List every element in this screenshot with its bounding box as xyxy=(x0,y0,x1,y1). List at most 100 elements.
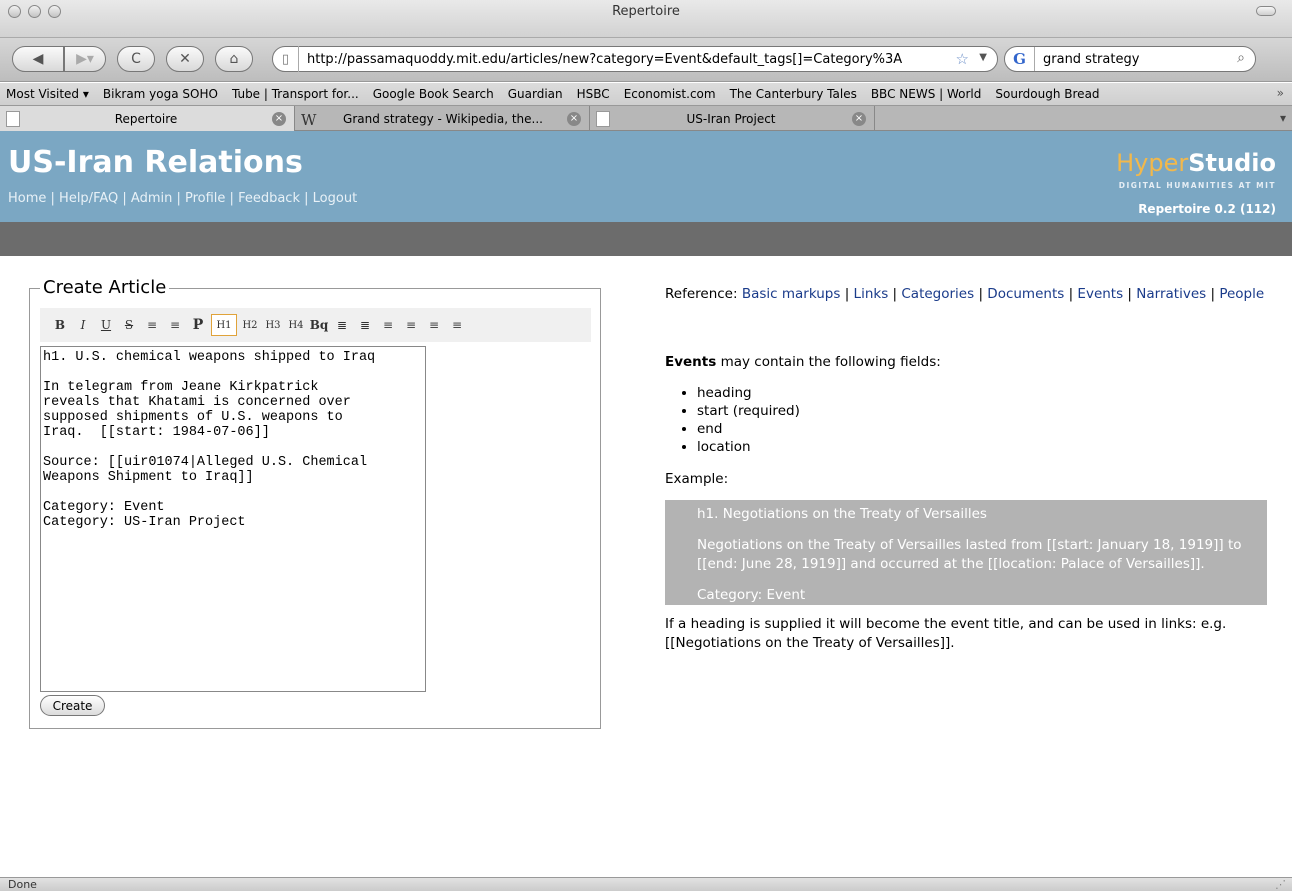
wikipedia-favicon-icon: W xyxy=(301,110,317,129)
bookmarks-bar: Most Visited ▾ Bikram yoga SOHO Tube | T… xyxy=(0,83,1292,106)
tab-close-icon[interactable]: × xyxy=(272,111,286,126)
list-item: end xyxy=(697,420,1267,438)
reference-panel: Reference: Basic markups | Links | Categ… xyxy=(665,285,1267,653)
ref-link-events[interactable]: Events xyxy=(1077,286,1123,302)
align-left-button[interactable]: ≡ xyxy=(378,314,398,336)
reference-links: Reference: Basic markups | Links | Categ… xyxy=(665,286,1265,302)
header-band xyxy=(0,222,1292,256)
search-bar[interactable]: G grand strategy ⌕ xyxy=(1004,46,1256,72)
indent-button[interactable]: ≣ xyxy=(355,314,375,336)
tab-grand-strategy[interactable]: W Grand strategy - Wikipedia, the... × xyxy=(295,106,590,131)
tab-repertoire[interactable]: Repertoire × xyxy=(0,106,295,131)
ref-link-categories[interactable]: Categories xyxy=(901,286,974,302)
bookmark-item[interactable]: Sourdough Bread xyxy=(995,87,1099,101)
status-text: Done xyxy=(8,878,37,891)
example-line: Negotiations on the Treaty of Versailles… xyxy=(697,537,1242,572)
bullet-list-button[interactable]: ≡ xyxy=(165,314,185,336)
tab-us-iran-project[interactable]: US-Iran Project × xyxy=(590,106,875,131)
create-button[interactable]: Create xyxy=(40,695,105,716)
tab-strip: Repertoire × W Grand strategy - Wikipedi… xyxy=(0,106,1292,131)
bold-button[interactable]: B xyxy=(50,314,70,336)
nav-feedback[interactable]: Feedback xyxy=(238,191,300,206)
url-dropdown-icon[interactable]: ▼ xyxy=(979,52,987,63)
example-box: h1. Negotiations on the Treaty of Versai… xyxy=(665,500,1267,605)
list-item: heading xyxy=(697,384,1267,402)
window-title: Repertoire xyxy=(612,4,680,19)
forward-button[interactable]: ▶▾ xyxy=(64,46,106,72)
search-engine-icon[interactable]: G xyxy=(1005,47,1035,71)
stop-button[interactable]: ✕ xyxy=(166,46,204,72)
home-icon: ⌂ xyxy=(229,51,239,67)
strikethrough-button[interactable]: S xyxy=(119,314,139,336)
browser-toolbar: ◀ ▶▾ C ✕ ⌂ ▯ http://passamaquoddy.mit.ed… xyxy=(0,38,1292,82)
bookmark-item[interactable]: Tube | Transport for... xyxy=(232,87,359,101)
nav-logout[interactable]: Logout xyxy=(313,191,358,206)
bookmark-item[interactable]: Guardian xyxy=(508,87,563,101)
page-icon: ▯ xyxy=(273,46,299,72)
bookmark-item[interactable]: Bikram yoga SOHO xyxy=(103,87,218,101)
search-input[interactable]: grand strategy xyxy=(1035,52,1215,67)
blockquote-button[interactable]: Bq xyxy=(309,314,329,336)
bookmark-item[interactable]: Economist.com xyxy=(624,87,716,101)
forward-arrow-icon: ▶▾ xyxy=(76,51,94,67)
italic-button[interactable]: I xyxy=(73,314,93,336)
list-item: start (required) xyxy=(697,402,1267,420)
stop-icon: ✕ xyxy=(179,51,191,67)
search-icon[interactable]: ⌕ xyxy=(1237,50,1245,66)
nav-help-faq[interactable]: Help/FAQ xyxy=(59,191,118,206)
ref-link-documents[interactable]: Documents xyxy=(987,286,1064,302)
url-bar[interactable]: ▯ http://passamaquoddy.mit.edu/articles/… xyxy=(272,46,998,72)
bookmark-item[interactable]: Google Book Search xyxy=(373,87,494,101)
bookmark-item[interactable]: The Canterbury Tales xyxy=(730,87,857,101)
reload-button[interactable]: C xyxy=(117,46,155,72)
create-article-form: Create Article B I U S ≡ ≡ P H1 H2 H3 H4… xyxy=(29,277,601,729)
h2-button[interactable]: H2 xyxy=(240,314,260,336)
editor-toolbar: B I U S ≡ ≡ P H1 H2 H3 H4 Bq ≣ ≣ ≡ ≡ ≡ ≡ xyxy=(40,308,591,342)
example-line: Category: Event xyxy=(697,587,806,603)
page-favicon-icon xyxy=(6,110,20,127)
outdent-button[interactable]: ≣ xyxy=(332,314,352,336)
h3-button[interactable]: H3 xyxy=(263,314,283,336)
nav-profile[interactable]: Profile xyxy=(185,191,225,206)
numbered-list-button[interactable]: ≡ xyxy=(142,314,162,336)
ref-link-links[interactable]: Links xyxy=(854,286,889,302)
logo-subtitle: DIGITAL HUMANITIES AT MIT xyxy=(1118,181,1276,190)
align-center-button[interactable]: ≡ xyxy=(401,314,421,336)
ref-link-narratives[interactable]: Narratives xyxy=(1136,286,1206,302)
reference-label: Reference: xyxy=(665,286,738,302)
tab-close-icon[interactable]: × xyxy=(852,111,866,126)
tab-close-icon[interactable]: × xyxy=(567,111,581,126)
article-textarea[interactable]: h1. U.S. chemical weapons shipped to Ira… xyxy=(40,346,426,692)
bookmark-star-icon[interactable]: ☆ xyxy=(956,50,969,68)
url-text[interactable]: http://passamaquoddy.mit.edu/articles/ne… xyxy=(299,52,939,67)
field-list: heading start (required) end location xyxy=(697,384,1267,456)
align-justify-button[interactable]: ≡ xyxy=(447,314,467,336)
version-label: Repertoire 0.2 (112) xyxy=(1138,202,1276,216)
paragraph-button[interactable]: P xyxy=(188,314,208,336)
ref-link-people[interactable]: People xyxy=(1219,286,1264,302)
nav-admin[interactable]: Admin xyxy=(131,191,172,206)
site-title[interactable]: US-Iran Relations xyxy=(8,145,303,180)
window-titlebar: Repertoire xyxy=(0,0,1292,38)
resize-grip-icon[interactable]: ⋰ xyxy=(1275,878,1286,892)
toolbar-toggle-button[interactable] xyxy=(1256,6,1276,16)
hyperstudio-logo[interactable]: HyperStudio xyxy=(1116,149,1276,177)
tab-label: Grand strategy - Wikipedia, the... xyxy=(343,111,543,126)
form-legend: Create Article xyxy=(40,277,170,298)
tab-label: US-Iran Project xyxy=(686,111,776,126)
bookmark-item[interactable]: BBC NEWS | World xyxy=(871,87,982,101)
nav-home[interactable]: Home xyxy=(8,191,46,206)
home-button[interactable]: ⌂ xyxy=(215,46,253,72)
example-line: h1. Negotiations on the Treaty of Versai… xyxy=(697,506,987,522)
ref-link-basic-markups[interactable]: Basic markups xyxy=(742,286,841,302)
bookmark-most-visited[interactable]: Most Visited ▾ xyxy=(6,87,89,101)
align-right-button[interactable]: ≡ xyxy=(424,314,444,336)
bookmark-item[interactable]: HSBC xyxy=(577,87,610,101)
underline-button[interactable]: U xyxy=(96,314,116,336)
tab-list-icon[interactable]: ▾ xyxy=(1280,111,1286,125)
heading-note: If a heading is supplied it will become … xyxy=(665,616,1227,651)
bookmarks-overflow-icon[interactable]: » xyxy=(1277,86,1284,100)
back-button[interactable]: ◀ xyxy=(12,46,64,72)
h4-button[interactable]: H4 xyxy=(286,314,306,336)
h1-button[interactable]: H1 xyxy=(211,314,237,336)
